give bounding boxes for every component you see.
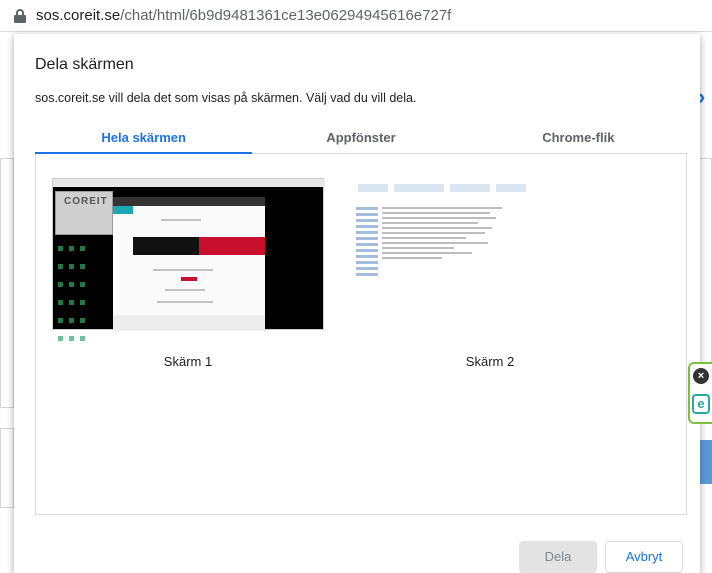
close-icon[interactable]: × xyxy=(693,368,709,384)
lock-icon[interactable] xyxy=(14,8,26,23)
url-path: /chat/html/6b9d9481361ce13e06294945616e7… xyxy=(120,7,452,24)
background-button xyxy=(700,440,712,484)
screen-2-label: Skärm 2 xyxy=(465,354,515,369)
cancel-button[interactable]: Avbryt xyxy=(605,541,683,573)
dialog-description: sos.coreit.se vill dela det som visas på… xyxy=(35,91,417,105)
background-panel xyxy=(0,158,14,408)
screen-2-thumbnail[interactable] xyxy=(354,178,626,330)
tab-entire-screen[interactable]: Hela skärmen xyxy=(35,122,253,154)
tab-bar: Hela skärmen Appfönster Chrome-flik xyxy=(35,122,687,154)
screen-1-thumbnail[interactable]: COREIT xyxy=(52,178,325,341)
address-bar[interactable]: sos.coreit.se/chat/html/6b9d9481361ce13e… xyxy=(0,0,712,32)
screen-picker-pane: COREIT Skärm 1 Skärm 2 xyxy=(35,154,687,515)
thumbnail-logo: COREIT xyxy=(64,196,108,207)
screen-1-label: Skärm 1 xyxy=(163,354,213,369)
tab-chrome-tab[interactable]: Chrome-flik xyxy=(470,122,687,153)
url-host: sos.coreit.se xyxy=(36,7,121,24)
share-button[interactable]: Dela xyxy=(519,541,597,573)
dialog-title: Dela skärmen xyxy=(35,56,134,73)
extension-widget[interactable]: × e xyxy=(688,362,712,424)
tab-app-window[interactable]: Appfönster xyxy=(252,122,469,153)
share-screen-dialog: Dela skärmen sos.coreit.se vill dela det… xyxy=(14,34,700,573)
background-panel xyxy=(0,428,14,508)
extension-logo-icon[interactable]: e xyxy=(692,394,710,414)
